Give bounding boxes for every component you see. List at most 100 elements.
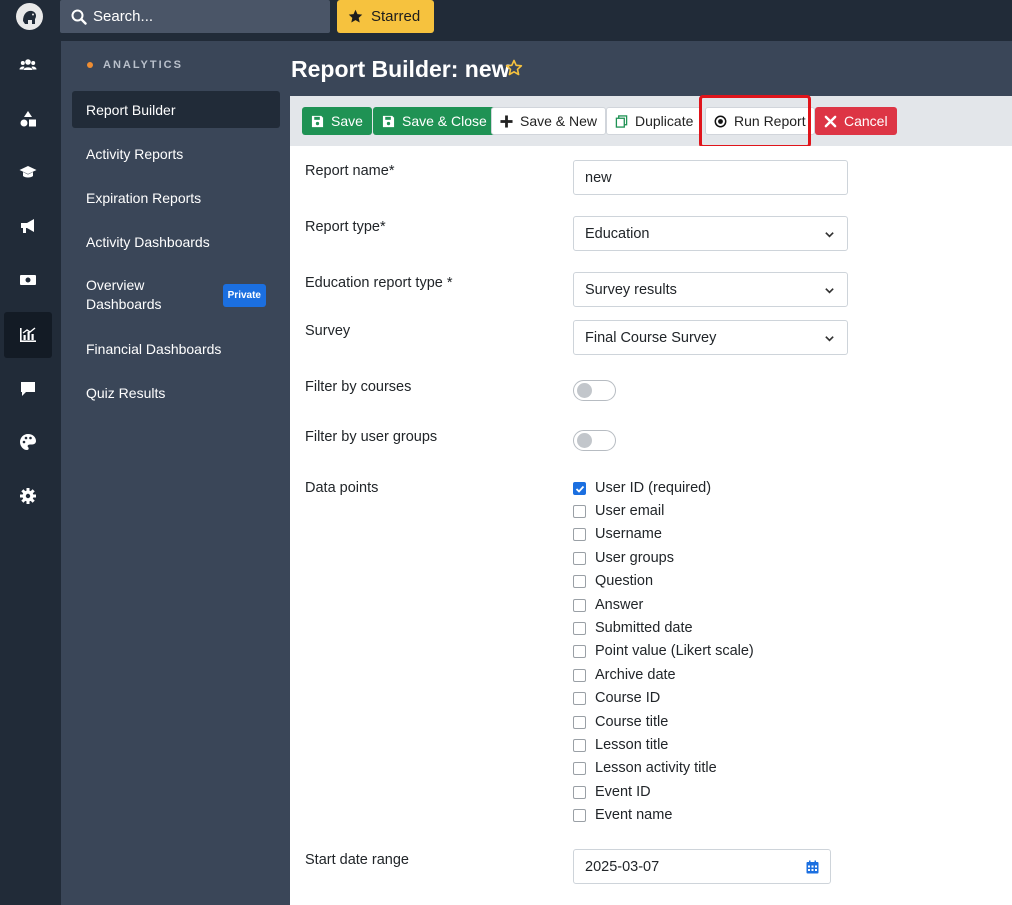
sidebar-item-financial-dashboards[interactable]: Financial Dashboards bbox=[72, 330, 280, 367]
money-icon[interactable] bbox=[4, 257, 52, 303]
floppy-disk-icon bbox=[382, 115, 395, 127]
floppy-disk-icon bbox=[311, 115, 324, 127]
checkbox[interactable] bbox=[573, 527, 586, 541]
checkbox-user-groups[interactable]: User groups bbox=[573, 550, 674, 566]
checkbox[interactable] bbox=[573, 738, 586, 752]
checkbox-event-name[interactable]: Event name bbox=[573, 807, 672, 823]
checkbox[interactable] bbox=[573, 621, 586, 635]
checkbox-label: User email bbox=[595, 503, 665, 519]
checkbox-user-id[interactable]: User ID (required) bbox=[573, 480, 711, 496]
start-date-input[interactable]: 2025-03-07 bbox=[573, 849, 831, 884]
megaphone-icon[interactable] bbox=[4, 203, 52, 249]
checkbox-question[interactable]: Question bbox=[573, 573, 653, 589]
checkbox-course-id[interactable]: Course ID bbox=[573, 690, 660, 706]
checkbox[interactable] bbox=[573, 808, 586, 822]
sidebar-item-quiz-results[interactable]: Quiz Results bbox=[72, 374, 280, 411]
checkbox-label: Event ID bbox=[595, 784, 651, 800]
gear-icon[interactable] bbox=[4, 473, 52, 519]
plus-icon bbox=[500, 114, 513, 128]
checkbox[interactable] bbox=[573, 598, 586, 612]
chevron-down-icon bbox=[825, 232, 834, 238]
private-badge: Private bbox=[222, 283, 266, 307]
start-date-value: 2025-03-07 bbox=[585, 858, 660, 875]
chat-icon[interactable] bbox=[4, 366, 52, 412]
search-icon bbox=[71, 9, 87, 25]
cancel-label: Cancel bbox=[844, 113, 888, 129]
checkbox-answer[interactable]: Answer bbox=[573, 597, 643, 613]
education-report-type-select[interactable]: Survey results bbox=[573, 272, 848, 307]
filter-groups-toggle[interactable] bbox=[573, 430, 616, 451]
checkbox-point-value[interactable]: Point value (Likert scale) bbox=[573, 643, 754, 659]
search-placeholder: Search... bbox=[93, 8, 154, 25]
sidebar-item-activity-dashboards[interactable]: Activity Dashboards bbox=[72, 223, 280, 260]
page-title: Report Builder: new bbox=[291, 56, 510, 82]
favorite-star-icon[interactable] bbox=[505, 59, 523, 77]
sidebar-item-report-builder[interactable]: Report Builder bbox=[72, 91, 280, 128]
checkbox-label: Point value (Likert scale) bbox=[595, 643, 754, 659]
analytics-chart-icon[interactable] bbox=[4, 312, 52, 358]
toggle-knob bbox=[577, 433, 592, 448]
checkbox-label: Username bbox=[595, 526, 662, 542]
checkbox[interactable] bbox=[573, 761, 586, 775]
checkbox[interactable] bbox=[573, 691, 586, 705]
users-icon[interactable] bbox=[4, 42, 52, 88]
checkbox-label: User ID (required) bbox=[595, 480, 712, 496]
sidebar-item-activity-reports[interactable]: Activity Reports bbox=[72, 135, 280, 172]
report-type-value: Education bbox=[585, 225, 650, 242]
save-button[interactable]: Save bbox=[302, 107, 372, 135]
checkbox-lesson-title[interactable]: Lesson title bbox=[573, 737, 668, 753]
filter-courses-toggle[interactable] bbox=[573, 380, 616, 401]
checkbox-label: Lesson title bbox=[595, 737, 669, 753]
checkbox-label: Answer bbox=[595, 597, 644, 613]
sidebar-item-label: Quiz Results bbox=[86, 384, 166, 401]
action-toolbar: Save Save & Close Save & New Duplicate R… bbox=[290, 96, 1012, 146]
filter-groups-label: Filter by user groups bbox=[305, 429, 438, 445]
copy-icon bbox=[615, 114, 628, 128]
survey-label: Survey bbox=[305, 323, 351, 339]
checkbox-course-title[interactable]: Course title bbox=[573, 714, 668, 730]
page-header: Report Builder: new bbox=[290, 41, 1012, 96]
checkbox[interactable] bbox=[573, 785, 586, 799]
close-icon bbox=[824, 115, 837, 127]
checkbox-label: User groups bbox=[595, 550, 674, 566]
checkbox-submitted-date[interactable]: Submitted date bbox=[573, 620, 693, 636]
checkbox-label: Archive date bbox=[595, 667, 676, 683]
sidebar-item-expiration-reports[interactable]: Expiration Reports bbox=[72, 179, 280, 216]
palette-icon[interactable] bbox=[4, 419, 52, 465]
star-icon bbox=[348, 9, 363, 23]
checkbox[interactable] bbox=[573, 715, 586, 729]
checkbox-user-email[interactable]: User email bbox=[573, 503, 664, 519]
checkbox-lesson-activity-title[interactable]: Lesson activity title bbox=[573, 760, 717, 776]
checkbox[interactable] bbox=[573, 668, 586, 682]
checkbox[interactable] bbox=[573, 574, 586, 588]
report-name-value: new bbox=[585, 169, 612, 186]
sidebar-item-overview-dashboards[interactable]: Overview Dashboards Private bbox=[72, 273, 280, 317]
checkbox[interactable] bbox=[573, 644, 586, 658]
report-type-select[interactable]: Education bbox=[573, 216, 848, 251]
cancel-button[interactable]: Cancel bbox=[815, 107, 897, 135]
survey-value: Final Course Survey bbox=[585, 329, 717, 346]
checkbox[interactable] bbox=[573, 504, 586, 518]
checkbox-username[interactable]: Username bbox=[573, 526, 662, 542]
starred-button[interactable]: Starred bbox=[337, 0, 434, 33]
sidebar-item-label: Financial Dashboards bbox=[86, 340, 222, 357]
duplicate-button[interactable]: Duplicate bbox=[606, 107, 703, 135]
save-new-button[interactable]: Save & New bbox=[491, 107, 607, 135]
calendar-icon[interactable] bbox=[806, 860, 819, 874]
checkbox-archive-date[interactable]: Archive date bbox=[573, 667, 676, 683]
checkbox-event-id[interactable]: Event ID bbox=[573, 784, 651, 800]
app-logo[interactable] bbox=[16, 3, 43, 30]
shapes-icon[interactable] bbox=[4, 96, 52, 142]
checkbox[interactable] bbox=[573, 481, 586, 495]
checkbox[interactable] bbox=[573, 551, 586, 565]
start-date-label: Start date range bbox=[305, 852, 409, 868]
run-report-highlight bbox=[699, 95, 811, 148]
survey-select[interactable]: Final Course Survey bbox=[573, 320, 848, 355]
education-report-type-label: Education report type * bbox=[305, 275, 453, 291]
search-input[interactable]: Search... bbox=[60, 0, 330, 33]
save-close-button[interactable]: Save & Close bbox=[373, 107, 496, 135]
report-name-input[interactable]: new bbox=[573, 160, 848, 195]
starred-label: Starred bbox=[371, 8, 421, 25]
sidebar-item-label-line2: Dashboards bbox=[86, 296, 162, 312]
graduation-cap-icon[interactable] bbox=[4, 149, 52, 195]
